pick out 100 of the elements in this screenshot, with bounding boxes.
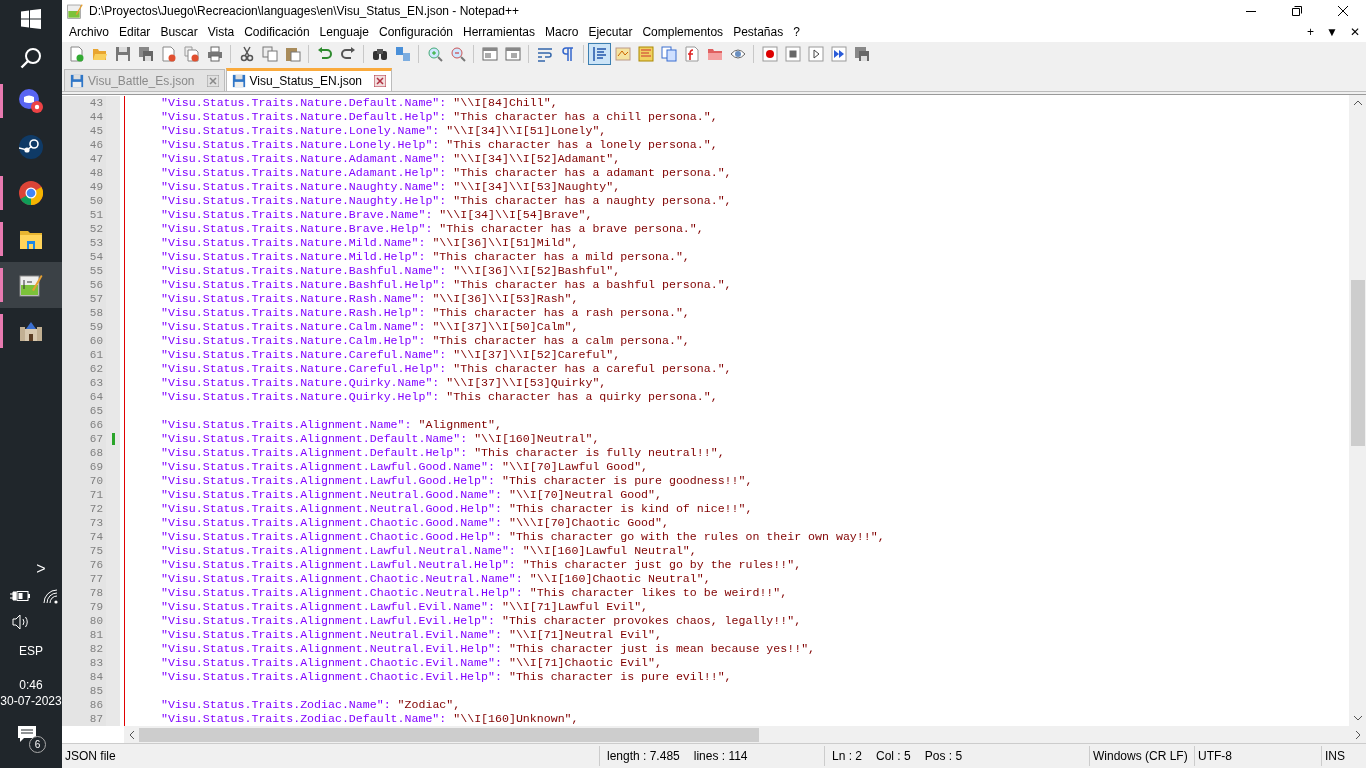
menu-item[interactable]: Macro <box>540 25 584 39</box>
json-value: "This character has a bashful persona.", <box>453 278 732 291</box>
line-number: 67 <box>62 432 106 446</box>
json-value: "This character has a naughty persona.", <box>453 194 732 207</box>
notifications-icon[interactable] <box>18 726 36 742</box>
menu-extra-button[interactable]: + <box>1301 25 1321 39</box>
menu-item[interactable]: Complementos <box>637 25 729 39</box>
folder-workspace-icon <box>706 46 723 62</box>
menu-item[interactable]: Configuración <box>373 25 458 39</box>
indent-guide-button[interactable] <box>588 43 611 65</box>
speaker-icon[interactable] <box>12 614 30 630</box>
line-number: 65 <box>62 404 106 418</box>
change-marker <box>111 433 115 445</box>
scroll-thumb[interactable] <box>1350 280 1365 446</box>
search-icon[interactable] <box>20 47 42 69</box>
scroll-right-icon[interactable] <box>1356 730 1361 739</box>
paste-icon <box>284 46 301 62</box>
json-key: "Visu.Status.Traits.Alignment.Lawful.Evil.Help": <box>161 614 495 627</box>
json-value: "\\I[34]\\I[51]Lonely", <box>446 124 607 137</box>
stop-icon <box>784 46 801 62</box>
line-number: 46 <box>62 138 106 152</box>
lang-icon <box>614 46 631 62</box>
line-number: 79 <box>62 600 106 614</box>
line-number: 43 <box>62 96 106 110</box>
line-number: 85 <box>62 684 106 698</box>
menu-item[interactable]: Editar <box>114 25 156 39</box>
close-tab-icon[interactable] <box>206 74 219 87</box>
battery-charging-icon[interactable] <box>10 590 30 602</box>
redo-icon <box>339 46 356 62</box>
menu-extra-button[interactable]: ✕ <box>1344 25 1366 39</box>
restore-icon <box>1292 6 1302 16</box>
menu-item[interactable]: Herramientas <box>458 25 541 39</box>
folder-icon[interactable] <box>20 229 42 249</box>
show-hidden-icons-button[interactable]: > <box>36 560 46 578</box>
json-value: "\\I[71]Lawful Evil", <box>501 600 649 613</box>
line-number: 49 <box>62 180 106 194</box>
tab-label: Visu_Status_EN.json <box>249 74 363 88</box>
notepad-icon[interactable] <box>19 273 43 297</box>
json-value: "\\I[34]\\I[53]Naughty", <box>453 180 621 193</box>
menu-item[interactable]: Archivo <box>64 25 114 39</box>
close-tab-icon[interactable] <box>374 75 387 87</box>
line-number: 76 <box>62 558 106 572</box>
browser-icon[interactable] <box>19 181 43 205</box>
json-key: "Visu.Status.Traits.Nature.Bashful.Name": <box>161 264 447 277</box>
file-tab[interactable]: Visu_Status_EN.json <box>225 68 393 91</box>
line-number: 82 <box>62 642 106 656</box>
json-key: "Visu.Status.Traits.Nature.Adamant.Name": <box>161 152 447 165</box>
line-number: 81 <box>62 628 106 642</box>
menu-item[interactable]: Codificación <box>239 25 315 39</box>
json-value: "\\I[34]\\I[52]Adamant", <box>453 152 621 165</box>
menu-item[interactable]: Vista <box>202 25 240 39</box>
scroll-up-icon[interactable] <box>1353 100 1362 105</box>
menu-item[interactable]: Buscar <box>155 25 203 39</box>
menu-item[interactable]: Lenguaje <box>314 25 374 39</box>
scroll-left-icon[interactable] <box>129 730 134 739</box>
tab-label: Visu_Battle_Es.json <box>88 73 195 88</box>
line-number: 70 <box>62 474 106 488</box>
zoom-in-icon <box>426 46 443 62</box>
wifi-icon[interactable] <box>42 588 58 604</box>
json-value: "\\I[70]Lawful Good", <box>501 460 649 473</box>
menu-item[interactable]: ? <box>788 25 805 39</box>
scroll-thumb[interactable] <box>139 727 759 742</box>
scroll-down-icon[interactable] <box>1353 716 1362 721</box>
line-number: 63 <box>62 376 106 390</box>
line-number: 64 <box>62 390 106 404</box>
json-key: "Visu.Status.Traits.Alignment.Default.Name": <box>161 432 468 445</box>
horizontal-scrollbar[interactable] <box>124 726 1366 743</box>
line-number: 86 <box>62 698 106 712</box>
menu-extra-button[interactable]: ▼ <box>1320 25 1344 39</box>
line-number: 68 <box>62 446 106 460</box>
windows-start-icon[interactable] <box>21 9 41 29</box>
line-number: 55 <box>62 264 106 278</box>
input-language-button[interactable]: ESP <box>19 644 43 658</box>
json-value: "This character has a calm persona.", <box>432 334 690 347</box>
json-key: "Visu.Status.Traits.Nature.Quirky.Name": <box>161 376 440 389</box>
line-number: 44 <box>62 110 106 124</box>
round-app-icon[interactable] <box>19 135 43 159</box>
json-value: "This character has a adamant persona.", <box>453 166 732 179</box>
line-number: 87 <box>62 712 106 726</box>
json-key: "Visu.Status.Traits.Alignment.Chaotic.Good.Help": <box>161 530 502 543</box>
json-value: "This character go with the rules on their own way!!", <box>508 530 885 543</box>
line-number: 72 <box>62 502 106 516</box>
json-key: "Visu.Status.Traits.Alignment.Lawful.Good.Name": <box>161 460 495 473</box>
line-number: 51 <box>62 208 106 222</box>
json-key: "Visu.Status.Traits.Alignment.Name": <box>161 418 412 431</box>
json-value: "\\I[160]Lawful Neutral", <box>522 544 697 557</box>
vertical-scrollbar[interactable] <box>1349 95 1366 726</box>
json-key: "Visu.Status.Traits.Alignment.Chaotic.Neutral.Help": <box>161 586 523 599</box>
doc-map-icon <box>637 46 654 62</box>
json-value: "This character is pure goodness!!", <box>501 474 753 487</box>
line-number: 60 <box>62 334 106 348</box>
taskbar-app-button[interactable] <box>0 262 62 308</box>
line-number: 71 <box>62 488 106 502</box>
json-key: "Visu.Status.Traits.Nature.Default.Name": <box>161 96 447 109</box>
json-key: "Visu.Status.Traits.Nature.Quirky.Help": <box>161 390 440 403</box>
undo-icon <box>316 46 333 62</box>
json-key: "Visu.Status.Traits.Nature.Mild.Help": <box>161 250 426 263</box>
chat-app-icon[interactable] <box>18 88 44 114</box>
menu-item[interactable]: Ejecutar <box>583 25 638 39</box>
menu-item[interactable]: Pestañas <box>728 25 789 39</box>
